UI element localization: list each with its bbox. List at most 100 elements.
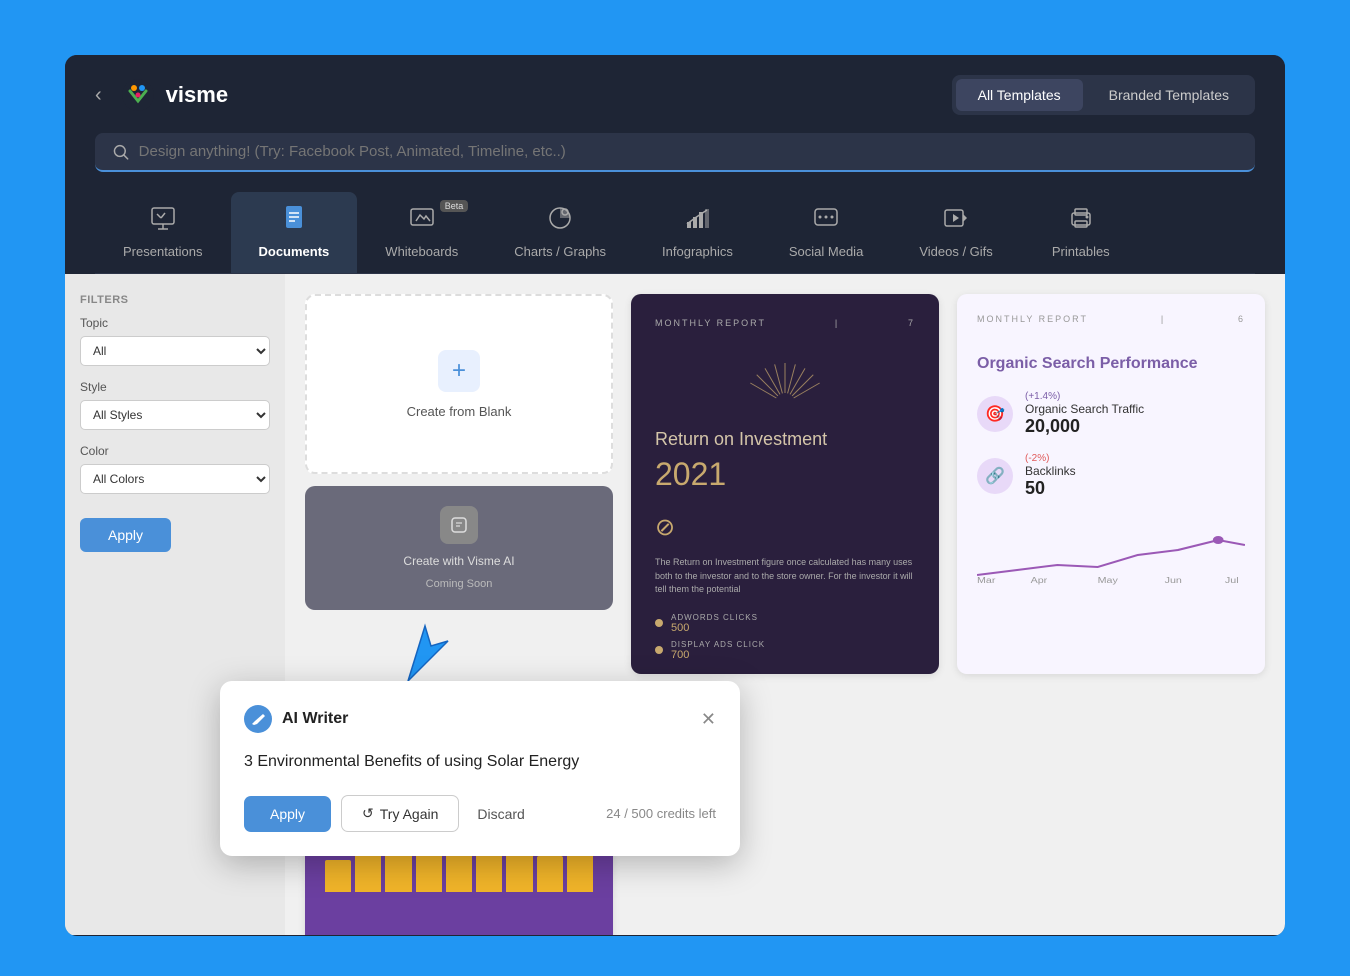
create-with-ai-card[interactable]: Create with Visme AI Coming Soon: [305, 486, 613, 610]
search-input[interactable]: [139, 143, 1237, 160]
roi-title: Return on Investment: [655, 429, 915, 450]
line-chart: Mar Apr May Jun Jul: [977, 525, 1245, 585]
organic-stat2: 🔗 (-2%) Backlinks 50: [977, 453, 1245, 499]
tab-charts-label: Charts / Graphs: [514, 244, 606, 259]
filter-color: Color All Colors Blue Purple Dark: [80, 444, 270, 494]
logo-text: visme: [166, 82, 228, 108]
stat1-details: (+1.4%) Organic Search Traffic 20,000: [1025, 391, 1144, 437]
bar-8: [537, 856, 563, 892]
credits-info: 24 / 500 credits left: [606, 806, 716, 821]
videos-icon: [942, 204, 970, 236]
apply-button[interactable]: Apply: [244, 796, 331, 832]
organic-search-template-card[interactable]: MONTHLY REPORT | 6 Organic Search Perfor…: [957, 294, 1265, 674]
stat2-details: (-2%) Backlinks 50: [1025, 453, 1076, 499]
popup-title-area: AI Writer: [244, 705, 348, 733]
organic-stat1: 🎯 (+1.4%) Organic Search Traffic 20,000: [977, 391, 1245, 437]
ai-writer-content: 3 Environmental Benefits of using Solar …: [244, 751, 716, 773]
topic-label: Topic: [80, 316, 270, 330]
back-button[interactable]: ‹: [95, 84, 102, 107]
whiteboards-icon: [408, 204, 436, 236]
template-tabs: All Templates Branded Templates: [952, 75, 1255, 115]
topic-select[interactable]: All Business Marketing Education: [80, 336, 270, 366]
organic-title: Organic Search Performance: [977, 354, 1245, 375]
visme-logo-icon: [120, 77, 156, 113]
tab-whiteboards-label: Whiteboards: [385, 244, 458, 259]
tab-documents-label: Documents: [259, 244, 330, 259]
printables-icon: [1067, 204, 1095, 236]
svg-text:May: May: [1098, 576, 1119, 585]
sidebar-filters: Filters Topic All Business Marketing Edu…: [80, 294, 270, 552]
roi-desc: The Return on Investment figure once cal…: [655, 556, 915, 597]
roi-dot: [655, 619, 663, 627]
charts-icon: [546, 204, 574, 236]
tab-social-media-label: Social Media: [789, 244, 863, 259]
close-button[interactable]: ✕: [701, 710, 716, 728]
tab-social-media[interactable]: Social Media: [761, 192, 891, 273]
try-again-button[interactable]: ↺ Try Again: [341, 795, 459, 832]
discard-button[interactable]: Discard: [469, 797, 532, 831]
search-bar: [95, 133, 1255, 172]
blank-and-ai-column: + Create from Blank Create with Visme AI…: [305, 294, 613, 674]
add-icon: +: [438, 350, 480, 392]
roi-template-card[interactable]: MONTHLY REPORT | 7: [631, 294, 939, 674]
nav-tabs: Presentations Documents Beta: [95, 192, 1255, 274]
blank-label: Create from Blank: [407, 404, 512, 419]
create-from-blank-card[interactable]: + Create from Blank: [305, 294, 613, 474]
svg-text:Mar: Mar: [977, 576, 995, 585]
apply-filters-button[interactable]: Apply: [80, 518, 171, 552]
bar-1: [325, 860, 351, 892]
beta-badge: Beta: [440, 200, 469, 212]
popup-buttons: Apply ↺ Try Again Discard: [244, 795, 533, 832]
color-select[interactable]: All Colors Blue Purple Dark: [80, 464, 270, 494]
svg-text:Apr: Apr: [1031, 576, 1048, 585]
stat1-icon: 🎯: [977, 396, 1013, 432]
tab-branded-templates[interactable]: Branded Templates: [1087, 79, 1251, 111]
ai-label: Create with Visme AI: [403, 554, 514, 568]
social-media-icon: [812, 204, 840, 236]
popup-header: AI Writer ✕: [244, 705, 716, 733]
documents-icon: [280, 204, 308, 236]
roi-dot2: [655, 646, 663, 654]
tab-documents[interactable]: Documents: [231, 192, 358, 273]
roi-year: 2021: [655, 456, 915, 493]
tab-charts[interactable]: Charts / Graphs: [486, 192, 634, 273]
filter-style: Style All Styles Modern Corporate Creati…: [80, 380, 270, 430]
tab-infographics[interactable]: Infographics: [634, 192, 761, 273]
refresh-icon: ↺: [362, 805, 374, 822]
report-header: MONTHLY REPORT | 7: [655, 318, 915, 328]
header: ‹ visme All Templates Branded Templates: [65, 55, 1285, 274]
popup-title: AI Writer: [282, 710, 348, 728]
style-select[interactable]: All Styles Modern Corporate Creative: [80, 400, 270, 430]
stat2-icon: 🔗: [977, 458, 1013, 494]
tab-infographics-label: Infographics: [662, 244, 733, 259]
ai-writer-icon: [244, 705, 272, 733]
tab-all-templates[interactable]: All Templates: [956, 79, 1083, 111]
style-label: Style: [80, 380, 270, 394]
popup-actions: Apply ↺ Try Again Discard 24 / 500 credi…: [244, 795, 716, 832]
roi-stat-adwords: ADWORDS CLICKS 500: [655, 613, 915, 634]
search-icon: [113, 144, 129, 160]
tab-printables-label: Printables: [1052, 244, 1110, 259]
roi-icon: ⊘: [655, 513, 915, 542]
logo-area: ‹ visme: [95, 77, 228, 113]
tab-videos-label: Videos / Gifs: [919, 244, 992, 259]
tab-presentations-label: Presentations: [123, 244, 203, 259]
filters-title: Filters: [80, 294, 270, 306]
ai-writer-popup: AI Writer ✕ 3 Environmental Benefits of …: [220, 681, 740, 856]
report2-header: MONTHLY REPORT | 6: [977, 314, 1245, 324]
tab-printables[interactable]: Printables: [1021, 192, 1141, 273]
tab-whiteboards[interactable]: Beta Whiteboards: [357, 192, 486, 273]
svg-text:Jun: Jun: [1165, 576, 1182, 585]
color-label: Color: [80, 444, 270, 458]
sunburst-decoration: [655, 358, 915, 413]
tab-videos[interactable]: Videos / Gifs: [891, 192, 1020, 273]
coming-soon-label: Coming Soon: [426, 578, 493, 590]
presentations-icon: [149, 204, 177, 236]
svg-text:Jul: Jul: [1225, 576, 1239, 585]
ai-icon: [440, 506, 478, 544]
filter-topic: Topic All Business Marketing Education: [80, 316, 270, 366]
tab-presentations[interactable]: Presentations: [95, 192, 231, 273]
header-top: ‹ visme All Templates Branded Templates: [95, 75, 1255, 115]
main-container: ‹ visme All Templates Branded Templates: [65, 55, 1285, 936]
infographics-icon: [683, 204, 711, 236]
